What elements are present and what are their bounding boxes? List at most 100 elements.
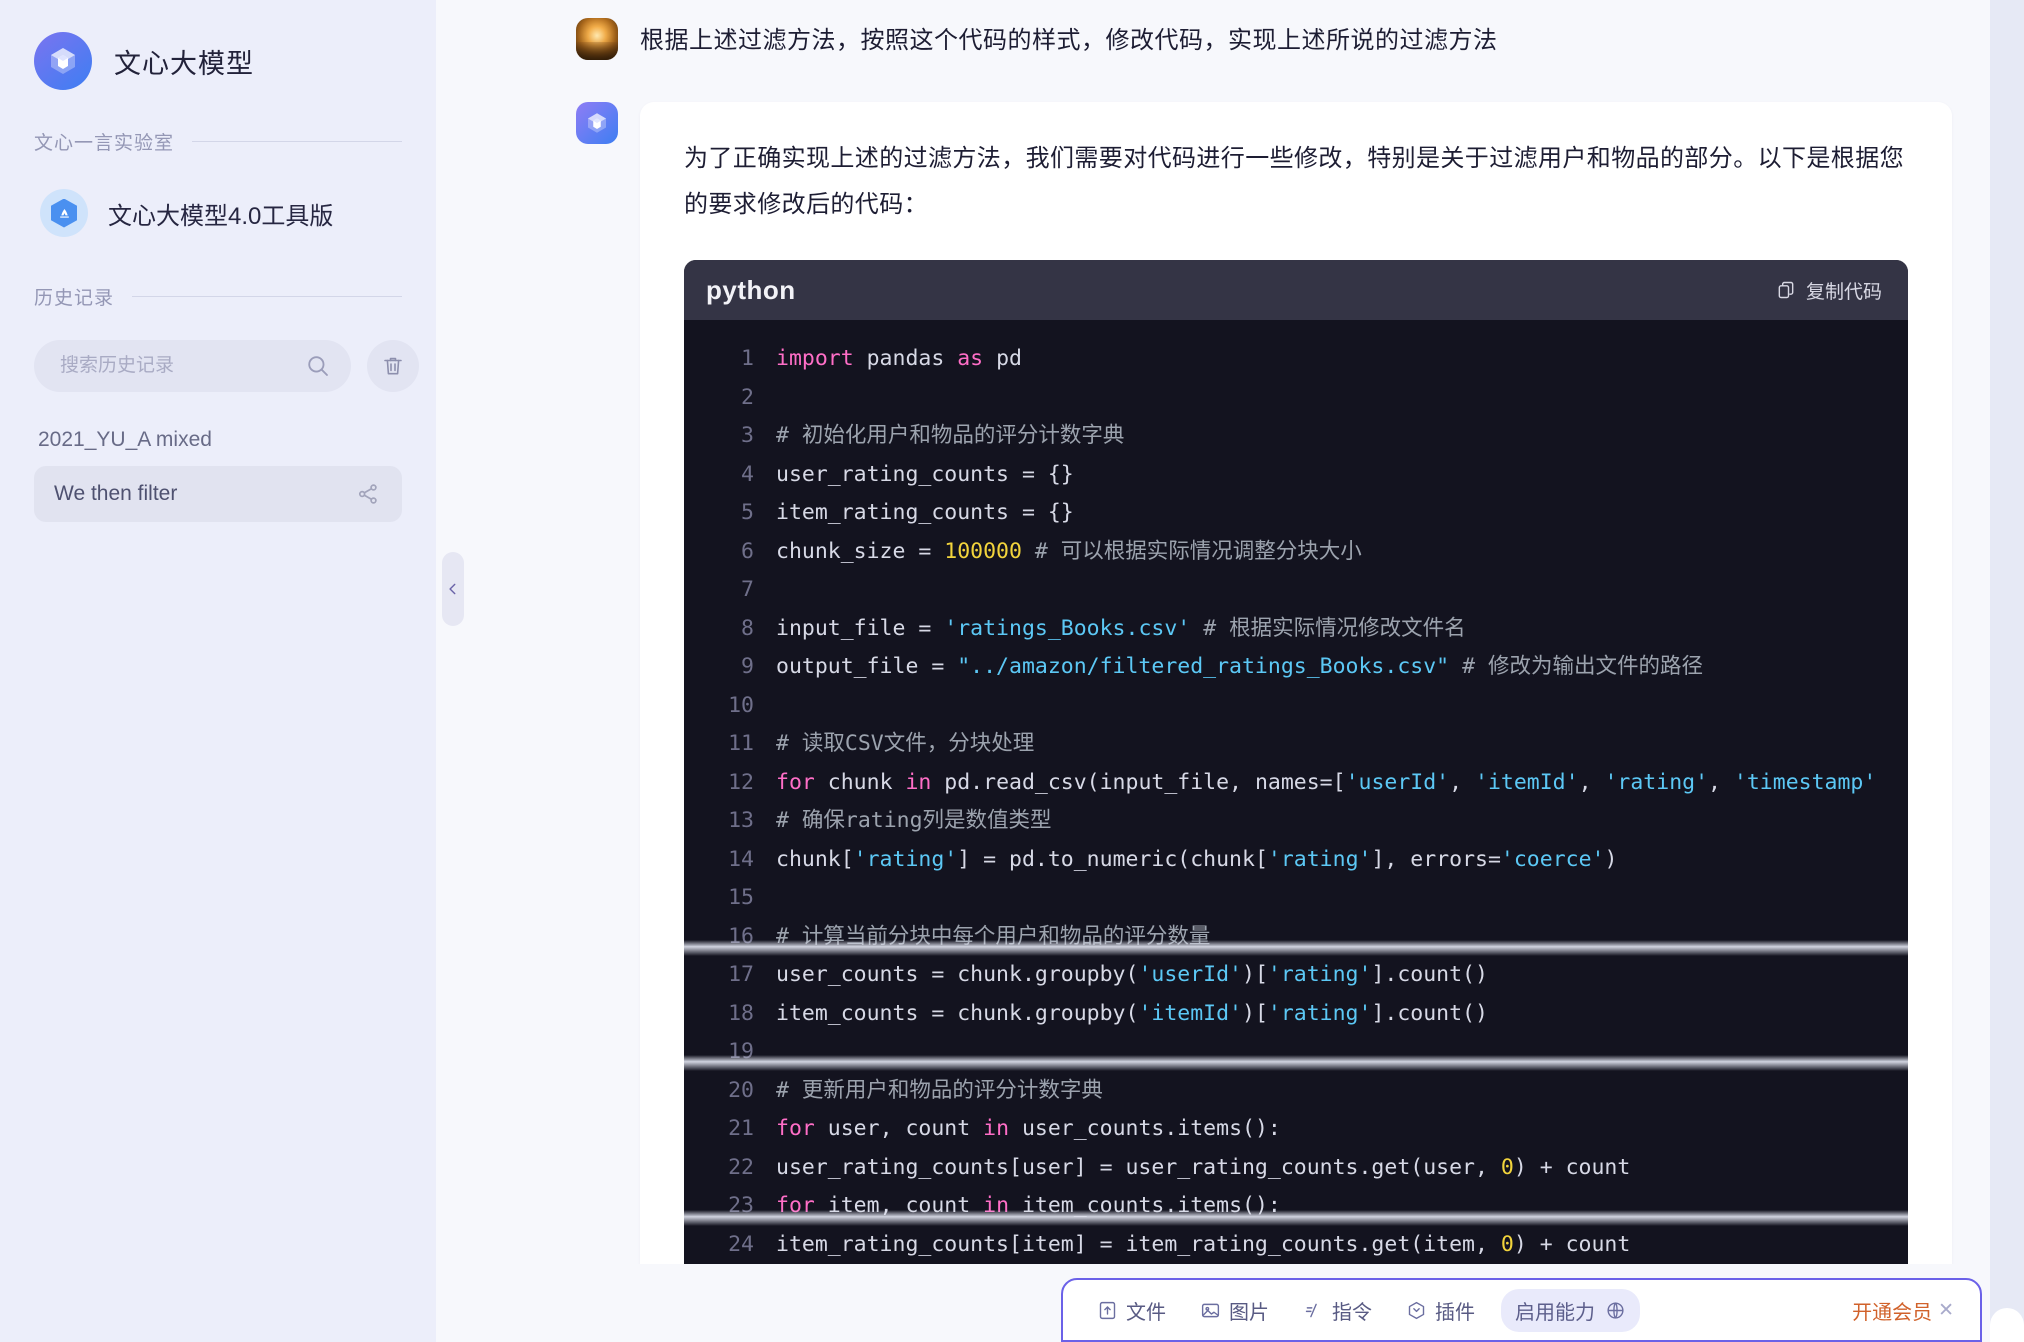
code-line: 21 for user, count in user_counts.items(… bbox=[684, 1110, 1908, 1149]
code-line-number: 23 bbox=[728, 1193, 754, 1218]
globe-icon bbox=[1607, 1301, 1624, 1319]
code-line-number: 21 bbox=[728, 1116, 754, 1141]
sidebar-item-label: 文心大模型4.0工具版 bbox=[108, 202, 334, 230]
code-line-number: 15 bbox=[728, 885, 754, 910]
slash-command-icon bbox=[1305, 1303, 1317, 1317]
divider bbox=[132, 296, 402, 297]
app-root: 文心大模型 文心一言实验室 文心大模型4.0工具版 历史记录 搜索历史记录 20… bbox=[0, 0, 2024, 1342]
code-line-content: # 更新用户和物品的评分计数字典 bbox=[776, 1077, 1103, 1103]
brand: 文心大模型 bbox=[34, 0, 402, 90]
user-message: 根据上述过滤方法，按照这个代码的样式，修改代码，实现上述所说的过滤方法 bbox=[436, 0, 2024, 62]
code-line-number: 24 bbox=[728, 1231, 754, 1257]
code-line-number: 10 bbox=[728, 692, 754, 718]
user-photo-avatar bbox=[576, 18, 618, 60]
ernie-cube-logo-icon bbox=[576, 102, 618, 144]
code-line: 11 # 读取CSV文件，分块处理 bbox=[684, 725, 1908, 764]
chevron-left-icon bbox=[449, 583, 456, 595]
code-line: 12 for chunk in pd.read_csv(input_file, n… bbox=[684, 764, 1908, 803]
code-line-number: 4 bbox=[741, 461, 754, 487]
composer-tool-label: 插件 bbox=[1435, 1301, 1475, 1324]
code-line: 9 output_file = "../amazon/filtered_ratin… bbox=[684, 648, 1908, 687]
close-icon[interactable]: ✕ bbox=[1938, 1299, 1954, 1322]
code-line-number: 5 bbox=[741, 500, 754, 525]
composer-tool-1[interactable]: 文件 bbox=[1089, 1290, 1174, 1331]
code-line-content: user_counts = chunk.groupby('userId')['r… bbox=[776, 962, 1488, 987]
code-line: 14 chunk['rating'] = pd.to_numeric(chunk… bbox=[684, 841, 1908, 880]
code-line-content: for item, count in item_counts.items(): bbox=[776, 1193, 1281, 1218]
code-line-number: 17 bbox=[728, 962, 754, 987]
history-section-header: 历史记录 bbox=[34, 283, 402, 310]
plugin-icon bbox=[1408, 1301, 1425, 1319]
membership-label: 开通会员 bbox=[1852, 1301, 1933, 1324]
search-input[interactable] bbox=[60, 355, 305, 377]
history-item-title: We then filter bbox=[54, 482, 178, 505]
code-line: 1 import pandas as pd bbox=[684, 340, 1908, 379]
code-line-number: 18 bbox=[728, 1000, 754, 1026]
history-group: 2021_YU_A mixed We then filter bbox=[34, 428, 402, 522]
code-line: 2 bbox=[684, 379, 1908, 418]
code-line-number: 9 bbox=[741, 654, 754, 679]
code-line: 13 # 确保rating列是数值类型 bbox=[684, 802, 1908, 841]
code-line-content: chunk['rating'] = pd.to_numeric(chunk['r… bbox=[776, 846, 1618, 872]
sidebar-item-model[interactable]: 文心大模型4.0工具版 bbox=[34, 181, 402, 245]
code-line-content: # 计算当前分块中每个用户和物品的评分数量 bbox=[776, 923, 1211, 949]
code-line: 10 bbox=[684, 687, 1908, 726]
code-line: 23 for item, count in item_counts.items(… bbox=[684, 1187, 1908, 1226]
code-line-number: 16 bbox=[728, 923, 754, 949]
code-line-content: user_rating_counts = {} bbox=[776, 461, 1074, 487]
code-line: 8 input_file = 'ratings_Books.csv' # 根据实际… bbox=[684, 610, 1908, 649]
sidebar: 文心大模型 文心一言实验室 文心大模型4.0工具版 历史记录 搜索历史记录 20… bbox=[0, 0, 436, 1342]
history-list-item[interactable]: We then filter bbox=[34, 466, 402, 522]
code-language-label: python bbox=[706, 274, 796, 305]
code-line-content: import pandas as pd bbox=[776, 346, 1022, 371]
composer-tools: 文件 图片 指令 插件 启用能力 bbox=[1089, 1288, 1640, 1332]
code-line-number: 2 bbox=[741, 384, 754, 410]
sidebar-collapse-button[interactable] bbox=[442, 552, 464, 626]
clear-history-button[interactable] bbox=[367, 340, 419, 392]
composer-tool-5[interactable]: 启用能力 bbox=[1501, 1288, 1640, 1332]
copy-code-button[interactable]: 复制代码 bbox=[1776, 277, 1882, 304]
code-line: 7 bbox=[684, 571, 1908, 610]
composer-toolbar: 文件 图片 指令 插件 启用能力 开通会员 ✕ bbox=[1061, 1278, 1982, 1342]
composer-tool-label: 文件 bbox=[1126, 1301, 1166, 1324]
code-line-number: 1 bbox=[741, 346, 754, 371]
composer-tool-label: 图片 bbox=[1229, 1301, 1269, 1324]
code-line: 20 # 更新用户和物品的评分计数字典 bbox=[684, 1072, 1908, 1111]
code-line-content: output_file = "../amazon/filtered_rating… bbox=[776, 654, 1703, 679]
code-line: 24 item_rating_counts[item] = item_ratin… bbox=[684, 1226, 1908, 1265]
right-scroll-rail[interactable] bbox=[1990, 0, 2024, 1342]
code-line-content: for user, count in user_counts.items(): bbox=[776, 1116, 1281, 1141]
code-line-number: 11 bbox=[728, 731, 754, 756]
share-icon[interactable] bbox=[356, 482, 380, 506]
main-content: 根据上述过滤方法，按照这个代码的样式，修改代码，实现上述所说的过滤方法 为了正确… bbox=[436, 0, 2024, 1342]
code-lines[interactable]: 1 import pandas as pd 2 3 # 初始化用户和物品的评分计数字典 4… bbox=[684, 320, 1908, 1264]
code-line-content: item_rating_counts[item] = item_rating_c… bbox=[776, 1231, 1631, 1257]
composer-tool-label: 启用能力 bbox=[1515, 1301, 1595, 1324]
rail-cap bbox=[1990, 1308, 2024, 1342]
code-line-content: # 初始化用户和物品的评分计数字典 bbox=[776, 423, 1125, 448]
composer-tool-3[interactable]: 指令 bbox=[1295, 1290, 1380, 1331]
code-line-number: 7 bbox=[741, 577, 754, 602]
code-line-content: item_rating_counts = {} bbox=[776, 500, 1074, 525]
code-line-content: # 读取CSV文件，分块处理 bbox=[776, 731, 1035, 756]
trash-icon bbox=[384, 357, 402, 375]
history-section-label: 历史记录 bbox=[34, 288, 115, 309]
code-line-content: item_counts = chunk.groupby('itemId')['r… bbox=[776, 1000, 1488, 1026]
ai-response-card: 为了正确实现上述的过滤方法，我们需要对代码进行一些修改，特别是关于过滤用户和物品… bbox=[640, 102, 1952, 1264]
composer-tool-4[interactable]: 插件 bbox=[1398, 1290, 1483, 1331]
chat-scroll-area[interactable]: 根据上述过滤方法，按照这个代码的样式，修改代码，实现上述所说的过滤方法 为了正确… bbox=[436, 0, 2024, 1264]
search-icon bbox=[308, 356, 328, 376]
code-line: 5 item_rating_counts = {} bbox=[684, 494, 1908, 533]
composer-tool-label: 指令 bbox=[1332, 1301, 1372, 1324]
code-line: 15 bbox=[684, 879, 1908, 918]
code-line-content: chunk_size = 100000 # 可以根据实际情况调整分块大小 bbox=[776, 538, 1362, 564]
composer-tool-2[interactable]: 图片 bbox=[1192, 1290, 1277, 1331]
code-line: 3 # 初始化用户和物品的评分计数字典 bbox=[684, 417, 1908, 456]
code-line-number: 19 bbox=[728, 1039, 754, 1064]
membership-banner[interactable]: 开通会员 ✕ bbox=[1852, 1296, 1954, 1325]
search-box[interactable] bbox=[34, 340, 351, 392]
file-upload-icon bbox=[1099, 1301, 1116, 1319]
code-line-number: 3 bbox=[741, 423, 754, 448]
code-line-content: user_rating_counts[user] = user_rating_c… bbox=[776, 1154, 1631, 1180]
user-message-text: 根据上述过滤方法，按照这个代码的样式，修改代码，实现上述所说的过滤方法 bbox=[640, 27, 1498, 54]
